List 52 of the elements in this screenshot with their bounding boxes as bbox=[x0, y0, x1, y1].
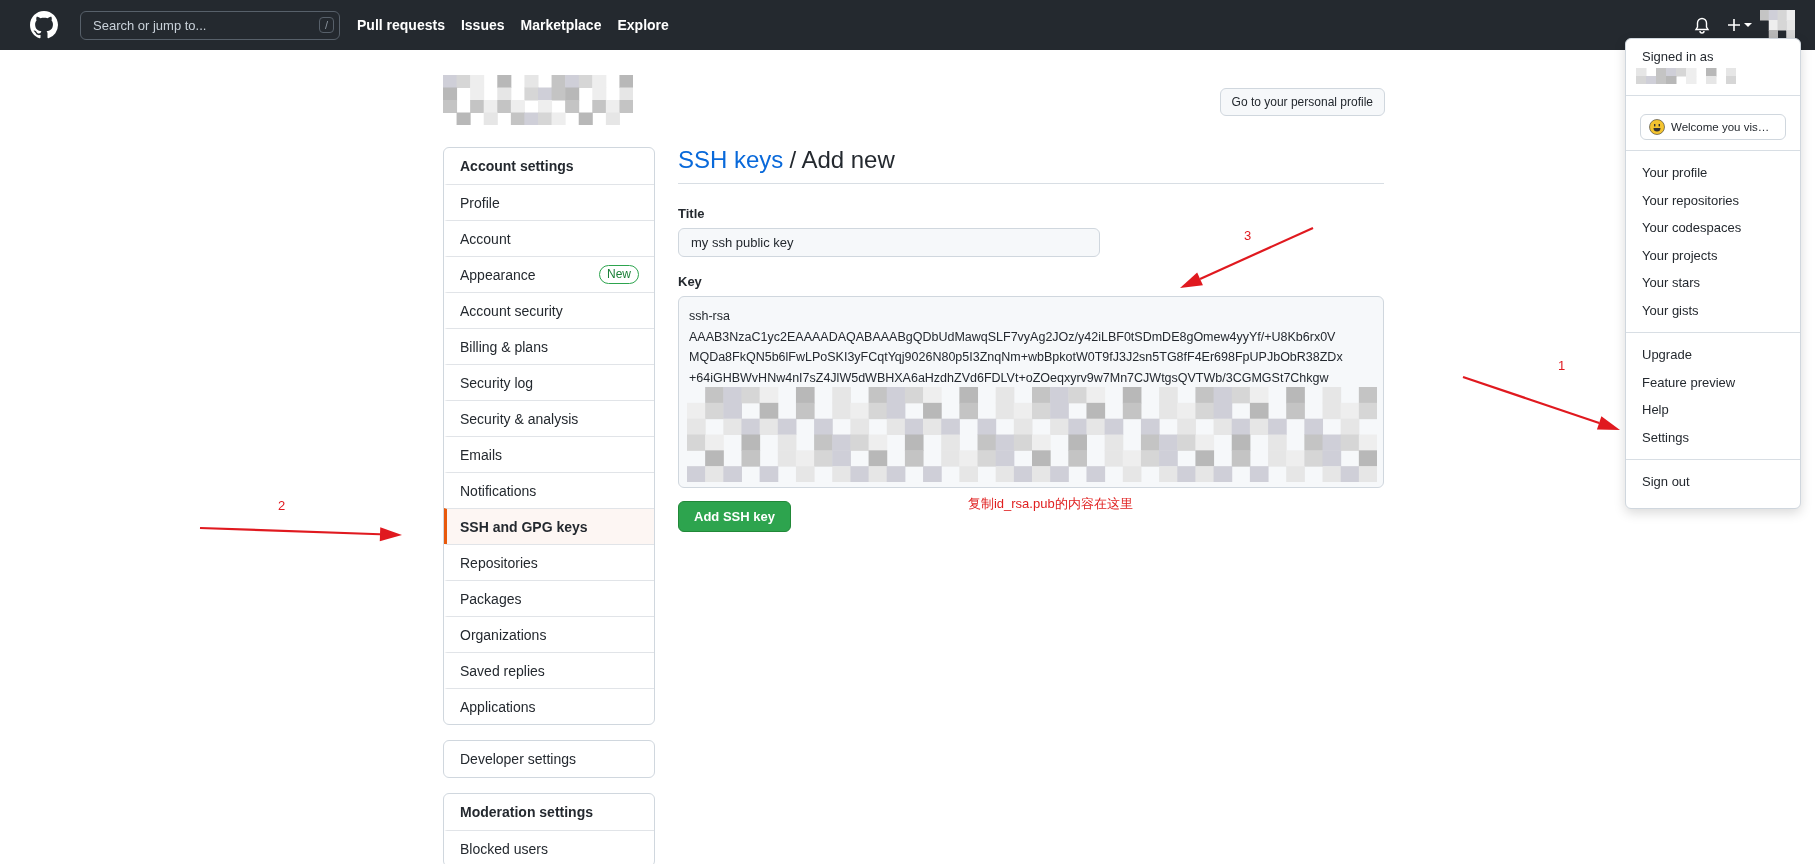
menu-item[interactable]: Upgrade bbox=[1626, 341, 1800, 369]
menu-item[interactable]: Your projects bbox=[1626, 241, 1800, 269]
item-label: Appearance bbox=[460, 266, 536, 283]
annotation-number: 3 bbox=[1244, 228, 1252, 243]
shortcut-key: / bbox=[318, 16, 334, 33]
breadcrumb-link[interactable]: SSH keys bbox=[678, 145, 784, 175]
sidebar-item[interactable]: Profile bbox=[444, 184, 654, 220]
menu-item[interactable]: Your stars bbox=[1626, 269, 1800, 297]
sidebar-item[interactable]: Organizations bbox=[444, 616, 654, 652]
sidebar-item[interactable]: Account security bbox=[444, 292, 654, 328]
menu-heading: Account settings bbox=[459, 157, 575, 176]
profile-button[interactable]: Go to your personal profile bbox=[1219, 88, 1385, 116]
menu-item[interactable]: Sign out bbox=[1626, 468, 1800, 496]
logo-icon[interactable] bbox=[30, 11, 58, 39]
field-label: Title bbox=[678, 206, 706, 221]
sidebar-item[interactable]: SSH and GPG keys bbox=[444, 508, 654, 544]
page-title: / Add new bbox=[789, 145, 895, 175]
sidebar-item[interactable]: Security log bbox=[444, 364, 654, 400]
nav-link[interactable]: Pull requests bbox=[357, 17, 445, 33]
create-new-icon[interactable] bbox=[1728, 18, 1752, 32]
sidebar-item[interactable]: Developer settings bbox=[444, 741, 654, 777]
menu-item[interactable]: Help bbox=[1626, 396, 1800, 424]
nav-link[interactable]: Issues bbox=[460, 17, 505, 33]
menu-item[interactable]: Your profile bbox=[1626, 159, 1800, 187]
annotation-number: 2 bbox=[278, 498, 286, 513]
annotation-note: 复制id_rsa.pub的内容在这里 bbox=[967, 495, 1133, 513]
annotation-number: 1 bbox=[1558, 358, 1566, 373]
sidebar-item[interactable]: Security & analysis bbox=[444, 400, 654, 436]
signed-in-label: Signed in as bbox=[1641, 48, 1715, 66]
sidebar-item[interactable]: Account bbox=[444, 220, 654, 256]
menu-item[interactable]: Your codespaces bbox=[1626, 214, 1800, 242]
menu-heading: Moderation settings bbox=[459, 803, 594, 822]
smiley-icon bbox=[1649, 119, 1665, 135]
status-button[interactable]: Welcome you vis… bbox=[1640, 114, 1786, 140]
menu-item[interactable]: Feature preview bbox=[1626, 368, 1800, 396]
bell-icon[interactable] bbox=[1694, 16, 1710, 34]
sidebar-item[interactable]: Applications bbox=[444, 688, 654, 724]
key-field[interactable]: ssh-rsa AAAB3NzaC1yc2EAAAADAQABAAABgQDbUdMawqSLF7vyAg2JOz/y42iLBF0tSDmDE8gOmew4yyYf/+U8Kb6rx0V MQDa8FkQN5b6lFwLPoSKI3yFCqtYqj9026N80p5I3ZnqNm+wbBpkotW0T9fJ3J2sn5TG8fF4Er698FpUPJbObR38ZDx +64iGHBWvHNw4nI7sZ4JlW5dWBHXA6aHzdhZVd6FDLVt+oZOeqxyrv9w7Mn7CJWtgsQVTWb/3CGMGSt7Chkgw bbox=[678, 296, 1384, 488]
sidebar-item[interactable]: Saved replies bbox=[444, 652, 654, 688]
nav-link[interactable]: Explore bbox=[617, 17, 669, 33]
menu-item[interactable]: Your repositories bbox=[1626, 186, 1800, 214]
menu-item[interactable]: Settings bbox=[1626, 423, 1800, 451]
menu-item[interactable]: Your gists bbox=[1626, 296, 1800, 324]
sidebar-item[interactable]: Repositories bbox=[444, 544, 654, 580]
sidebar-item[interactable]: Emails bbox=[444, 436, 654, 472]
title-field[interactable]: my ssh public key bbox=[678, 228, 1100, 257]
field-label: Key bbox=[678, 274, 703, 289]
sidebar-item[interactable]: Packages bbox=[444, 580, 654, 616]
nav-link[interactable]: Marketplace bbox=[520, 17, 602, 33]
sidebar-item[interactable]: Blocked users bbox=[444, 830, 654, 864]
sidebar-item[interactable]: Appearance New bbox=[444, 256, 654, 292]
sidebar-item[interactable]: Billing & plans bbox=[444, 328, 654, 364]
